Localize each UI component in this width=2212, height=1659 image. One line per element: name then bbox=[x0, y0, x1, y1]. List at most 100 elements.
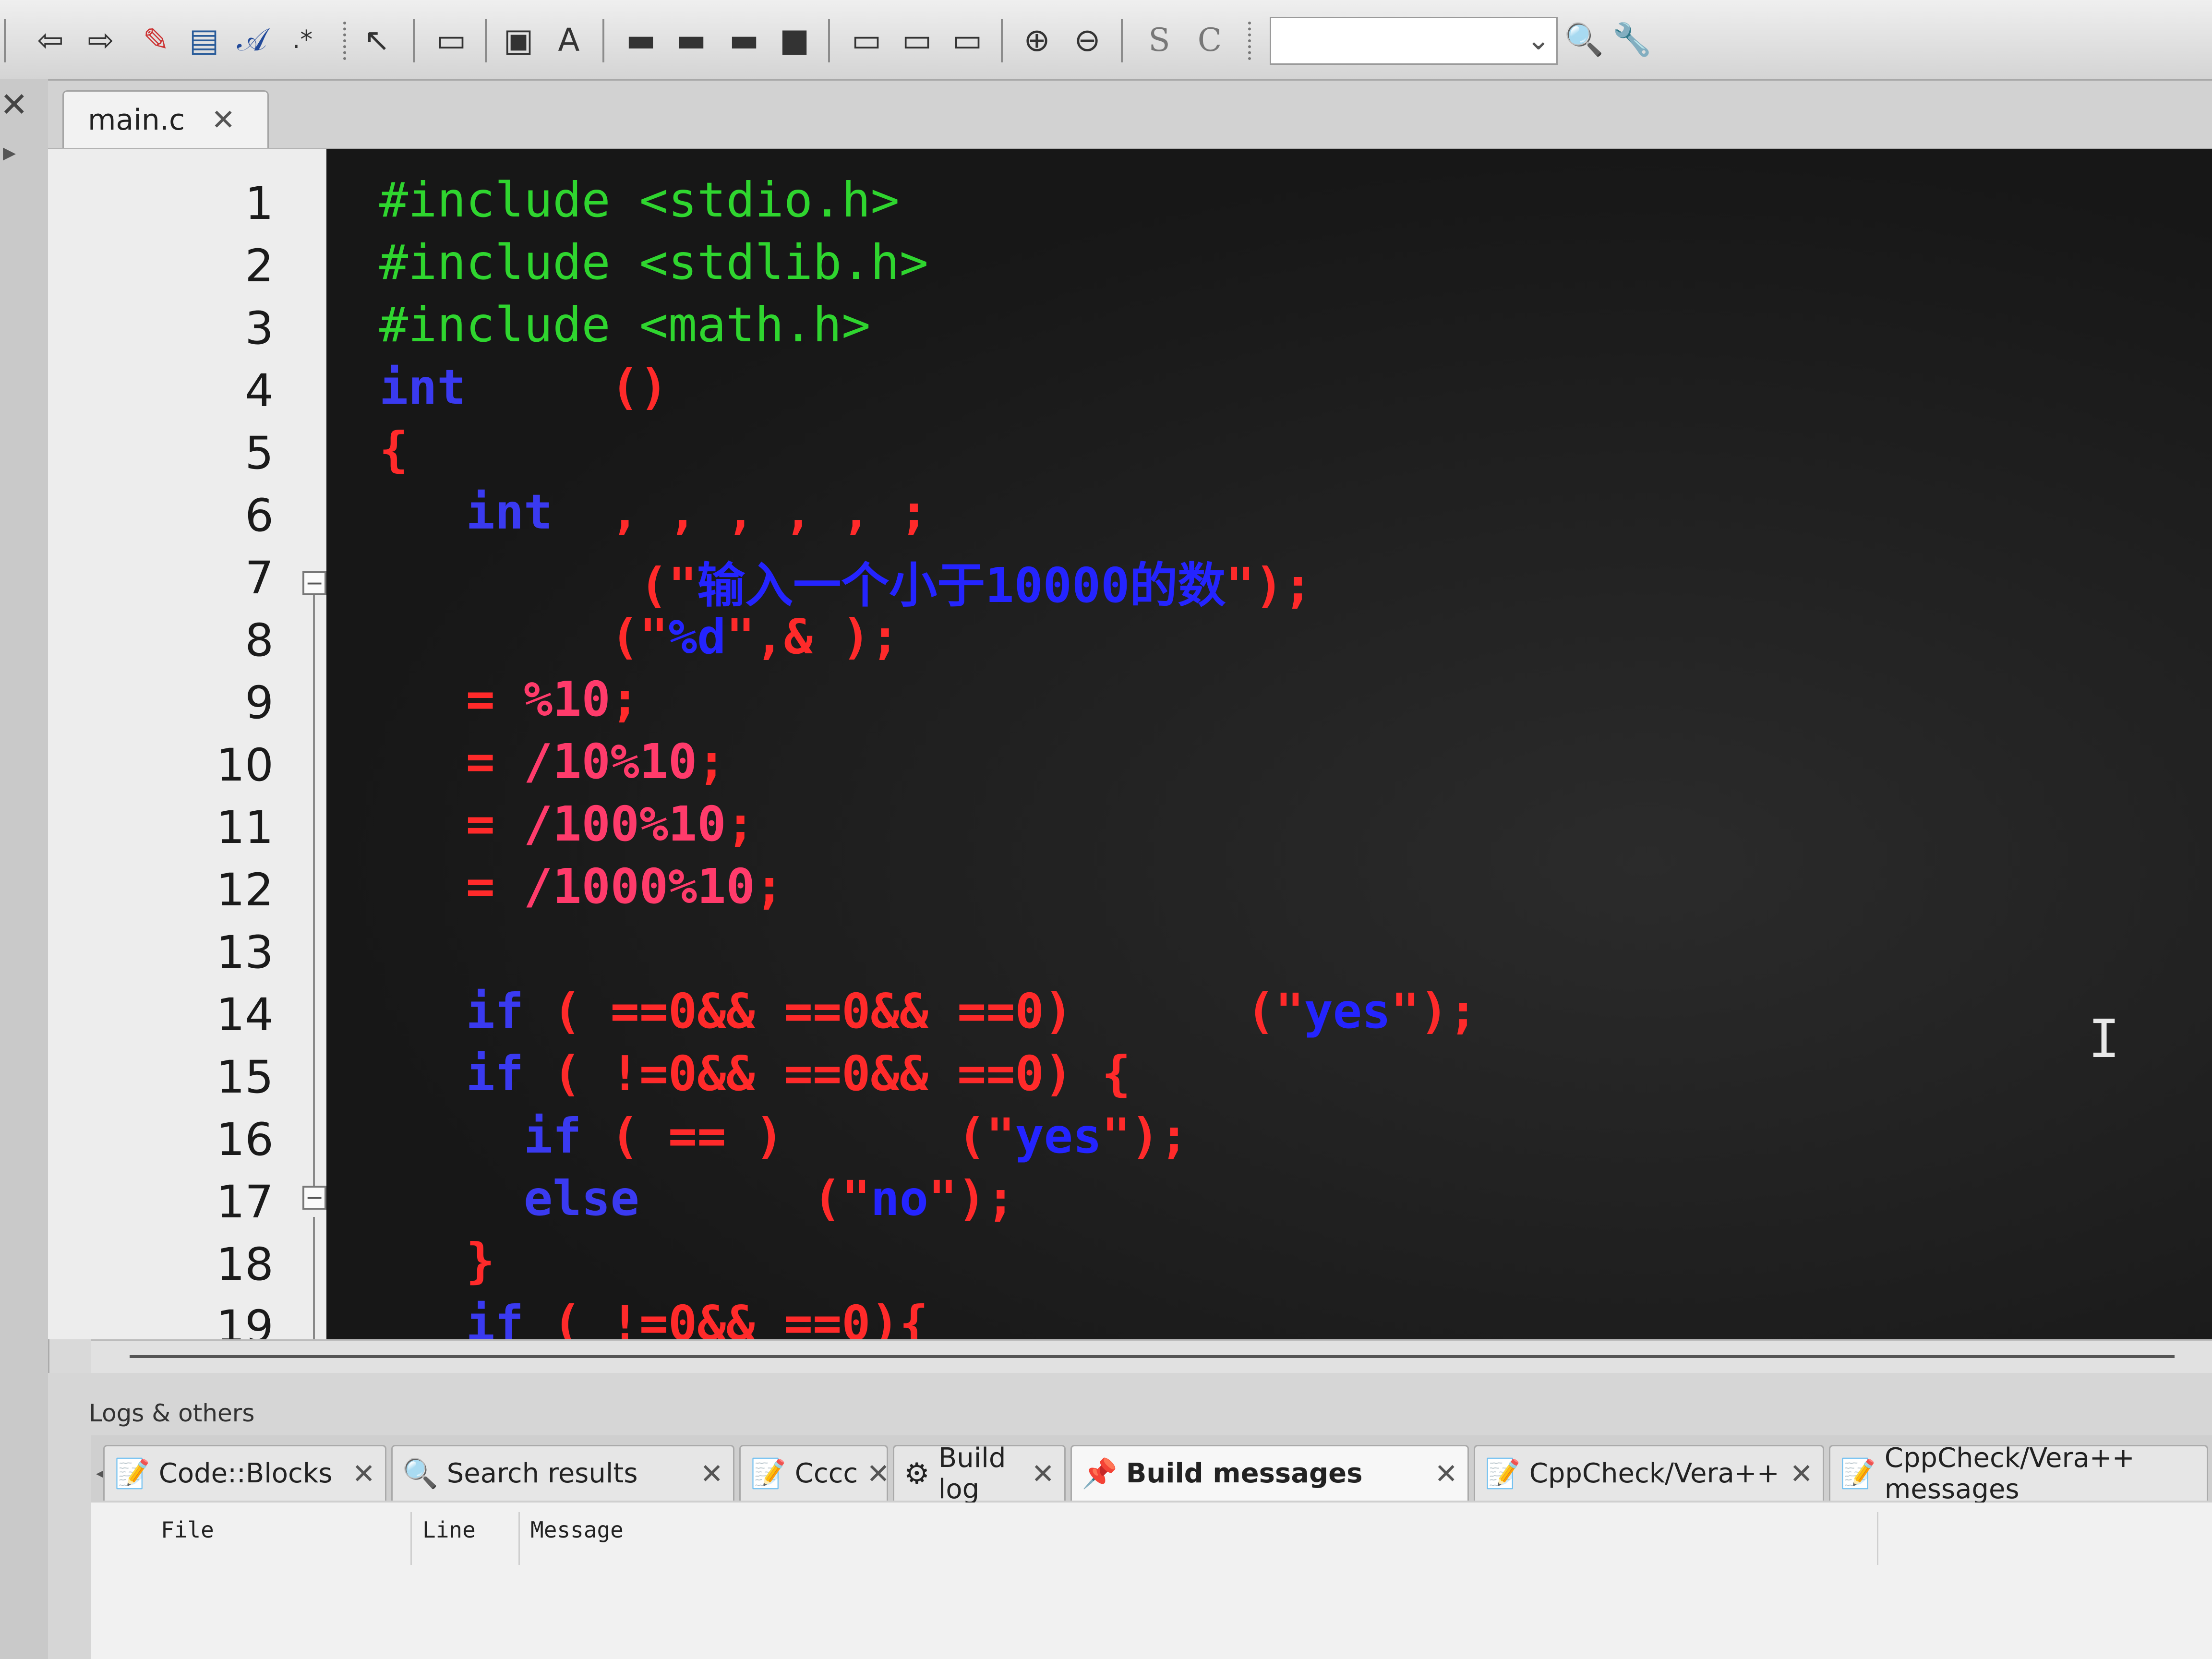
column-header-file[interactable]: File bbox=[161, 1517, 214, 1543]
code-line[interactable]: ("输入一个小于10000的数"); bbox=[379, 546, 1312, 616]
code-block-icon[interactable]: ▤ bbox=[182, 18, 226, 61]
code-line[interactable]: } bbox=[379, 1233, 495, 1289]
highlight-pen-icon[interactable]: ✎ bbox=[134, 18, 178, 61]
zoom-in-icon[interactable]: ⊕ bbox=[1015, 18, 1058, 61]
close-icon[interactable]: ✕ bbox=[1031, 1457, 1055, 1490]
s-icon[interactable]: S bbox=[1138, 18, 1181, 61]
logs-panel: Logs & others ◂ 📝 Code::Blocks ✕ 🔍 Search re… bbox=[48, 1373, 2212, 1659]
toolbar-grip[interactable] bbox=[343, 22, 352, 60]
logs-panel-title: Logs & others bbox=[89, 1399, 255, 1427]
regex-icon[interactable]: .* bbox=[281, 18, 324, 61]
log-tab-build-messages[interactable]: 📌 Build messages ✕ bbox=[1070, 1445, 1469, 1501]
line-number[interactable]: 11 bbox=[48, 802, 274, 854]
image-block-icon[interactable]: ▣ bbox=[497, 18, 540, 61]
line-number[interactable]: 15 bbox=[48, 1051, 274, 1104]
code-line[interactable]: if ( !=0&& ==0&& ==0) { bbox=[379, 1046, 1131, 1102]
close-icon[interactable]: ✕ bbox=[0, 85, 28, 124]
code-line[interactable]: = %10; bbox=[379, 671, 639, 727]
expand-arrow-icon[interactable]: ▸ bbox=[3, 137, 16, 167]
scrollbar-track[interactable] bbox=[130, 1355, 2175, 1358]
code-editor[interactable]: − − − I 1#include <stdio.h>2#include <st… bbox=[48, 149, 2212, 1339]
line-number[interactable]: 7 bbox=[48, 552, 274, 604]
text-block-icon[interactable]: A bbox=[547, 18, 590, 61]
code-line[interactable]: = /1000%10; bbox=[379, 858, 784, 914]
code-line[interactable]: else ("no"); bbox=[379, 1170, 1015, 1226]
line-number[interactable]: 10 bbox=[48, 739, 274, 792]
code-line[interactable]: int () bbox=[379, 359, 668, 415]
line-number[interactable]: 8 bbox=[48, 614, 274, 667]
bar-icon-3[interactable]: ▬ bbox=[722, 18, 766, 61]
code-line[interactable]: if ( !=0&& ==0){ bbox=[379, 1295, 928, 1339]
code-line[interactable]: if ( ==0&& ==0&& ==0) ("yes"); bbox=[379, 983, 1478, 1039]
code-line[interactable]: ("%d",& ); bbox=[379, 609, 900, 665]
line-number[interactable]: 2 bbox=[48, 240, 274, 292]
column-header-message[interactable]: Message bbox=[530, 1517, 624, 1543]
code-token: int bbox=[379, 484, 553, 540]
toolbar-grip[interactable] bbox=[1248, 22, 1257, 60]
line-number[interactable]: 3 bbox=[48, 302, 274, 355]
search-icon[interactable]: 🔍 bbox=[1563, 18, 1606, 61]
fold-toggle-icon[interactable]: − bbox=[302, 571, 326, 595]
close-icon[interactable]: ✕ bbox=[700, 1457, 723, 1490]
close-icon[interactable]: ✕ bbox=[1790, 1457, 1813, 1490]
line-number[interactable]: 4 bbox=[48, 365, 274, 417]
log-tab-build-log[interactable]: ⚙ Build log ✕ bbox=[893, 1443, 1066, 1505]
close-icon[interactable]: ✕ bbox=[1434, 1457, 1458, 1490]
search-combo[interactable]: ⌄ bbox=[1270, 17, 1558, 65]
forward-arrow-icon[interactable]: ⇨ bbox=[79, 18, 122, 61]
log-tab-cccc[interactable]: 📝 Cccc ✕ bbox=[739, 1445, 890, 1501]
fold-toggle-icon[interactable]: − bbox=[302, 1186, 326, 1210]
close-icon[interactable]: ✕ bbox=[211, 103, 235, 137]
bar-icon-1[interactable]: ▬ bbox=[619, 18, 662, 61]
line-number[interactable]: 18 bbox=[48, 1238, 274, 1291]
code-token: = bbox=[379, 796, 524, 852]
code-line[interactable]: #include <stdlib.h> bbox=[379, 234, 928, 290]
zoom-out-icon[interactable]: ⊖ bbox=[1066, 18, 1109, 61]
code-line[interactable]: #include <math.h> bbox=[379, 297, 871, 353]
bar-icon-2[interactable]: ▬ bbox=[670, 18, 713, 61]
frame-icon-2[interactable]: ▭ bbox=[895, 18, 938, 61]
frame-icon-3[interactable]: ▭ bbox=[946, 18, 989, 61]
bar-icon-4[interactable]: ■ bbox=[773, 18, 816, 61]
log-tab-search-results[interactable]: 🔍 Search results ✕ bbox=[391, 1445, 734, 1501]
back-arrow-icon[interactable]: ⇦ bbox=[29, 18, 72, 61]
log-tab-code-blocks[interactable]: 📝 Code::Blocks ✕ bbox=[103, 1445, 386, 1501]
line-number[interactable]: 1 bbox=[48, 178, 274, 230]
tab-main-c[interactable]: main.c ✕ bbox=[62, 90, 269, 148]
horizontal-scrollbar[interactable] bbox=[91, 1339, 2212, 1374]
c-icon[interactable]: C bbox=[1188, 18, 1231, 61]
column-header-line[interactable]: Line bbox=[422, 1517, 476, 1543]
left-panel-strip: ✕ ▸ bbox=[0, 79, 49, 1659]
code-line[interactable]: = /10%10; bbox=[379, 733, 726, 790]
code-line[interactable]: if ( == ) ("yes"); bbox=[379, 1108, 1189, 1164]
line-number[interactable]: 9 bbox=[48, 677, 274, 729]
code-line[interactable]: int , , , , , ; bbox=[379, 484, 928, 540]
line-number[interactable]: 16 bbox=[48, 1114, 274, 1166]
line-number[interactable]: 19 bbox=[48, 1301, 274, 1339]
close-icon[interactable]: ✕ bbox=[866, 1457, 890, 1490]
toolbar-separator bbox=[485, 19, 487, 62]
code-line[interactable]: #include <stdio.h> bbox=[379, 172, 900, 228]
line-number[interactable]: 5 bbox=[48, 427, 274, 480]
toolbar-separator bbox=[1001, 19, 1003, 62]
line-number[interactable]: 14 bbox=[48, 989, 274, 1041]
log-tab-cppcheck-vera-messages[interactable]: 📝 CppCheck/Vera++ messages bbox=[1829, 1443, 2208, 1505]
pointer-icon[interactable]: ↖ bbox=[355, 18, 398, 61]
log-tab-cppcheck-vera-[interactable]: 📝 CppCheck/Vera++ ✕ bbox=[1474, 1445, 1824, 1501]
build-messages-list[interactable]: File Line Message bbox=[91, 1503, 2212, 1659]
close-icon[interactable]: ✕ bbox=[352, 1457, 375, 1490]
line-number[interactable]: 12 bbox=[48, 864, 274, 916]
code-line[interactable]: = /100%10; bbox=[379, 796, 755, 852]
line-number[interactable]: 13 bbox=[48, 926, 274, 979]
chevron-down-icon[interactable]: ⌄ bbox=[1527, 23, 1551, 57]
logs-tab-bar: ◂ 📝 Code::Blocks ✕ 🔍 Search results ✕ 📝 Cccc ✕ ⚙ B… bbox=[91, 1435, 2212, 1505]
wrench-icon[interactable]: 🔧 bbox=[1611, 18, 1654, 61]
log-tab-label: Search results bbox=[446, 1458, 638, 1489]
code-line[interactable]: { bbox=[379, 421, 408, 478]
line-number[interactable]: 17 bbox=[48, 1176, 274, 1228]
frame-icon-1[interactable]: ▭ bbox=[845, 18, 888, 61]
code-token: if bbox=[379, 1046, 524, 1102]
rectangle-icon[interactable]: ▭ bbox=[430, 18, 473, 61]
line-number[interactable]: 6 bbox=[48, 490, 274, 542]
font-style-icon[interactable]: 𝒜 bbox=[230, 18, 274, 61]
